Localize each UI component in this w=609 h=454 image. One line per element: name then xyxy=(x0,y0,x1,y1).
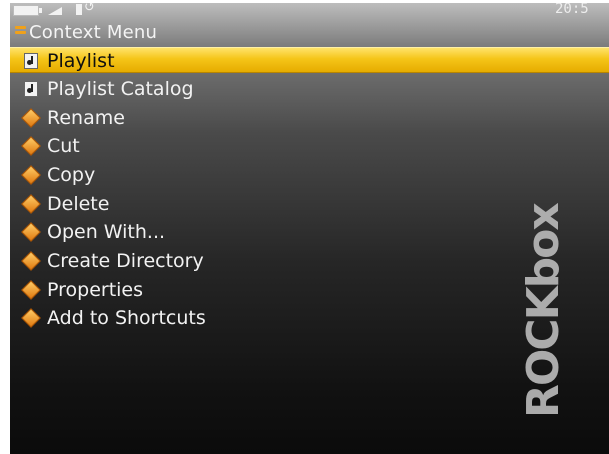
repeat-icon: ↺ xyxy=(84,3,95,15)
diamond-bullet-icon xyxy=(21,222,41,242)
rockbox-logo: ROCKbox xyxy=(518,204,569,418)
menu-item-label: Add to Shortcuts xyxy=(47,307,206,329)
hold-icon xyxy=(76,4,82,15)
device-screen: ↺ 20:5 Context Menu Playlist Playlist Ca… xyxy=(10,3,609,454)
clock: 20:5 xyxy=(555,3,589,17)
diamond-bullet-icon xyxy=(21,136,41,156)
battery-icon xyxy=(13,5,42,16)
page-title: Context Menu xyxy=(29,22,158,43)
diamond-bullet-icon xyxy=(21,108,41,128)
diamond-bullet-icon xyxy=(21,194,41,214)
status-bar: ↺ 20:5 xyxy=(10,3,609,19)
diamond-bullet-icon xyxy=(21,308,41,328)
title-bar: Context Menu xyxy=(10,21,609,45)
menu-item-copy[interactable]: Copy xyxy=(10,162,609,188)
menu-item-playlist-catalog[interactable]: Playlist Catalog xyxy=(10,76,609,102)
menu-item-label: Playlist Catalog xyxy=(47,78,194,100)
menu-item-label: Copy xyxy=(47,164,96,186)
menu-item-label: Cut xyxy=(47,135,80,157)
diamond-bullet-icon xyxy=(21,165,41,185)
playlist-icon xyxy=(24,53,38,69)
menu-item-label: Properties xyxy=(47,279,144,301)
menu-item-playlist[interactable]: Playlist xyxy=(10,47,609,73)
menu-item-label: Rename xyxy=(47,107,125,129)
menu-item-label: Create Directory xyxy=(47,250,204,272)
diamond-bullet-icon xyxy=(21,251,41,271)
menu-item-label: Playlist xyxy=(47,50,115,72)
playlist-icon xyxy=(24,81,38,97)
menu-list-icon xyxy=(15,26,26,40)
menu-item-rename[interactable]: Rename xyxy=(10,105,609,131)
menu-item-label: Delete xyxy=(47,193,110,215)
diamond-bullet-icon xyxy=(21,280,41,300)
menu-item-cut[interactable]: Cut xyxy=(10,133,609,159)
volume-icon xyxy=(48,7,62,15)
menu-item-label: Open With... xyxy=(47,221,166,243)
